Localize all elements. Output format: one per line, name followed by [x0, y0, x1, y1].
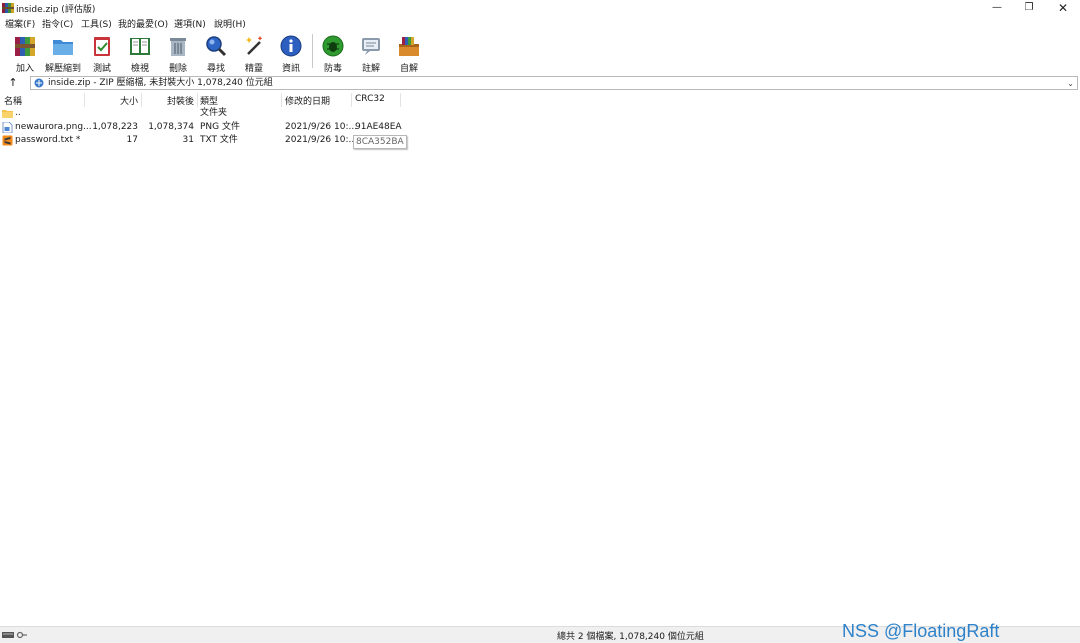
menu-file[interactable]: 檔案(F): [5, 17, 35, 30]
file-packed-size: 31: [182, 135, 194, 145]
sfx-button[interactable]: 自解: [390, 32, 428, 74]
menu-commands[interactable]: 指令(C): [42, 17, 73, 30]
address-text: inside.zip - ZIP 壓縮檔, 未封裝大小 1,078,240 位元…: [48, 78, 273, 88]
sfx-box-icon: [399, 37, 419, 56]
file-packed-size: 1,078,374: [148, 122, 194, 132]
drive-key-icon[interactable]: [2, 630, 28, 640]
file-type: 文件夹: [200, 108, 228, 118]
file-size: 1,078,223: [92, 122, 138, 132]
file-name: newaurora.png...: [15, 122, 92, 132]
column-divider[interactable]: [141, 93, 142, 107]
file-name: ..: [15, 108, 21, 118]
menu-help[interactable]: 說明(H): [214, 17, 246, 30]
extract-folder-icon: [53, 40, 73, 55]
status-summary: 總共 2 個檔案, 1,078,240 個位元組: [557, 632, 704, 642]
column-size[interactable]: 大小: [86, 94, 138, 107]
column-divider[interactable]: [84, 93, 85, 107]
wizard-wand-icon: [246, 36, 263, 55]
file-crc32: 91AE48EA: [355, 122, 402, 132]
file-row-parent[interactable]: .. 文件夹: [0, 107, 410, 120]
info-icon: [280, 35, 302, 57]
view-book-icon: [130, 38, 150, 55]
comment-icon: [362, 38, 380, 55]
antivirus-bug-icon: [322, 35, 344, 57]
column-divider[interactable]: [400, 93, 401, 107]
file-name: password.txt *: [15, 135, 81, 145]
file-type: PNG 文件: [200, 122, 240, 132]
column-divider[interactable]: [281, 93, 282, 107]
address-field[interactable]: inside.zip - ZIP 壓縮檔, 未封裝大小 1,078,240 位元…: [30, 76, 1078, 90]
column-name[interactable]: 名稱: [4, 94, 22, 107]
up-arrow-icon[interactable]: ↑: [4, 76, 22, 90]
menu-bar: 檔案(F) 指令(C) 工具(S) 我的最愛(O) 選項(N) 說明(H): [0, 16, 1080, 30]
menu-favorites[interactable]: 我的最愛(O): [118, 17, 168, 30]
menu-options[interactable]: 選項(N): [174, 17, 206, 30]
column-divider[interactable]: [351, 93, 352, 107]
file-modified: 2021/9/26 10:...: [285, 122, 358, 132]
winrar-books-icon: [2, 3, 14, 13]
column-type[interactable]: 類型: [200, 94, 218, 107]
file-type: TXT 文件: [200, 135, 238, 145]
folder-icon: [2, 110, 13, 118]
minimize-icon[interactable]: —: [980, 0, 1014, 16]
file-row[interactable]: newaurora.png... 1,078,223 1,078,374 PNG…: [0, 121, 410, 134]
column-divider[interactable]: [197, 93, 198, 107]
trash-icon: [170, 38, 186, 56]
file-row[interactable]: password.txt * 17 31 TXT 文件 2021/9/26 10…: [0, 134, 410, 147]
title-bar: inside.zip (評估版) — ❐ ✕: [0, 0, 1080, 16]
chevron-down-icon[interactable]: ⌄: [1067, 77, 1074, 90]
file-size: 17: [126, 135, 138, 145]
toolbar: 加入 解壓縮到 測試 檢視 刪除 尋找 精靈 資訊 防毒 註解 自解: [0, 30, 1080, 74]
address-bar: ↑ inside.zip - ZIP 壓縮檔, 未封裝大小 1,078,240 …: [0, 74, 1080, 92]
crc-tooltip: 8CA352BA: [353, 135, 407, 149]
sfx-label: 自解: [399, 64, 418, 74]
column-modified[interactable]: 修改的日期: [285, 94, 330, 107]
restore-icon[interactable]: ❐: [1012, 0, 1046, 16]
magnifier-icon: [206, 36, 227, 57]
close-icon[interactable]: ✕: [1046, 0, 1080, 16]
add-archive-icon: [15, 37, 35, 56]
png-file-icon: [2, 122, 13, 133]
column-crc32[interactable]: CRC32: [355, 94, 385, 104]
sublime-text-file-icon: [2, 135, 13, 146]
info-button[interactable]: 資訊: [272, 32, 310, 74]
menu-tools[interactable]: 工具(S): [81, 17, 112, 30]
test-clipboard-icon: [94, 37, 110, 56]
zip-archive-icon: [34, 78, 44, 88]
window-title: inside.zip (評估版): [16, 5, 96, 15]
column-packed[interactable]: 封裝後: [143, 94, 194, 107]
file-list-header: 名稱 大小 封裝後 類型 修改的日期 CRC32: [0, 93, 1080, 107]
watermark: NSS @FloatingRaft: [842, 621, 1000, 641]
file-modified: 2021/9/26 10:...: [285, 135, 358, 145]
